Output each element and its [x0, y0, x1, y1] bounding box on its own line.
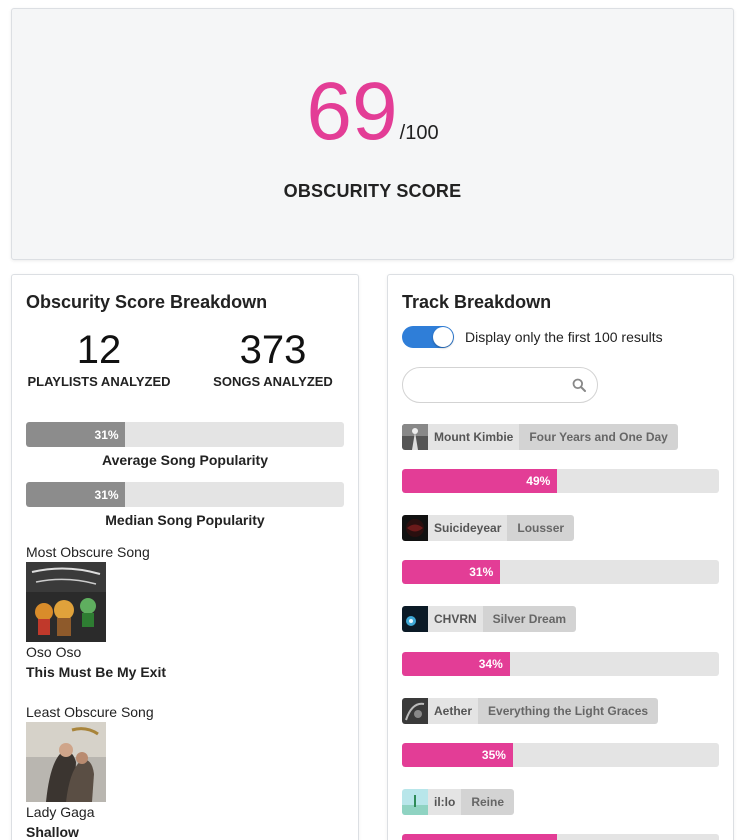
songs-stat: 373 SONGS ANALYZED	[210, 327, 336, 389]
track-tag[interactable]: il:lo Reine	[402, 789, 515, 815]
median-popularity-fill: 31%	[26, 482, 125, 507]
track-tag[interactable]: Aether Everything the Light Graces	[402, 698, 659, 724]
average-popularity-fill: 31%	[26, 422, 125, 447]
track-popularity-bar: 35%	[402, 743, 719, 767]
track-artist: CHVRN	[428, 606, 483, 632]
panel-title: Obscurity Score Breakdown	[26, 292, 268, 312]
median-popularity-bar: 31%	[26, 482, 344, 507]
search-input[interactable]	[415, 376, 565, 396]
track-popularity-fill: 31%	[402, 560, 501, 584]
track-artist: Mount Kimbie	[428, 424, 520, 450]
track-artist: Aether	[428, 698, 479, 724]
playlists-label: PLAYLISTS ANALYZED	[27, 374, 171, 389]
most-obscure-heading: Most Obscure Song	[26, 544, 150, 560]
least-obscure-artist: Lady Gaga	[26, 804, 95, 820]
track-tag[interactable]: CHVRN Silver Dream	[402, 606, 577, 632]
average-popularity-bar: 31%	[26, 422, 344, 447]
track-popularity-fill: 35%	[402, 743, 513, 767]
track-thumbnail	[402, 424, 428, 450]
average-popularity-label: Average Song Popularity	[102, 452, 268, 468]
track-breakdown-panel: Track Breakdown Display only the first 1…	[387, 274, 734, 840]
songs-count: 373	[239, 328, 307, 372]
most-obscure-artist: Oso Oso	[26, 644, 82, 660]
track-popularity-fill	[402, 834, 558, 840]
track-tag[interactable]: Mount Kimbie Four Years and One Day	[402, 424, 678, 450]
track-search	[402, 367, 598, 403]
score-label: OBSCURITY SCORE	[283, 181, 462, 201]
track-title: Lousser	[507, 515, 575, 541]
track-popularity-fill: 49%	[402, 469, 558, 493]
track-title: Reine	[461, 789, 515, 815]
track-popularity-fill: 34%	[402, 652, 510, 676]
track-title: Four Years and One Day	[519, 424, 678, 450]
playlists-count: 12	[76, 328, 122, 372]
track-thumbnail	[402, 698, 428, 724]
most-obscure-album-art[interactable]	[26, 562, 106, 642]
least-obscure-title: Shallow	[26, 824, 79, 840]
least-obscure-heading: Least Obscure Song	[26, 704, 154, 720]
least-obscure-album-art[interactable]	[26, 722, 106, 802]
track-tag[interactable]: Suicideyear Lousser	[402, 515, 575, 541]
track-title: Everything the Light Graces	[478, 698, 659, 724]
track-title: Silver Dream	[482, 606, 577, 632]
score-breakdown-panel: Obscurity Score Breakdown 12 PLAYLISTS A…	[11, 274, 359, 840]
score-value: 69	[306, 66, 398, 157]
median-popularity-label: Median Song Popularity	[105, 512, 265, 528]
track-thumbnail	[402, 606, 428, 632]
track-artist: il:lo	[428, 789, 462, 815]
toggle-label: Display only the first 100 results	[465, 329, 663, 345]
panel-title: Track Breakdown	[402, 292, 552, 312]
track-popularity-bar: 34%	[402, 652, 719, 676]
search-icon[interactable]	[572, 378, 586, 392]
score-display: 69/100	[12, 71, 733, 153]
track-artist: Suicideyear	[428, 515, 508, 541]
track-thumbnail	[402, 789, 428, 815]
first-100-toggle[interactable]	[402, 326, 454, 348]
obscurity-score-card: 69/100 OBSCURITY SCORE	[11, 8, 734, 260]
playlists-stat: 12 PLAYLISTS ANALYZED	[26, 327, 172, 389]
most-obscure-title: This Must Be My Exit	[26, 664, 167, 680]
track-popularity-bar	[402, 834, 719, 840]
songs-label: SONGS ANALYZED	[213, 374, 333, 389]
track-popularity-bar: 49%	[402, 469, 719, 493]
track-popularity-bar: 31%	[402, 560, 719, 584]
track-thumbnail	[402, 515, 428, 541]
score-max: /100	[399, 122, 439, 144]
toggle-knob	[433, 327, 453, 347]
